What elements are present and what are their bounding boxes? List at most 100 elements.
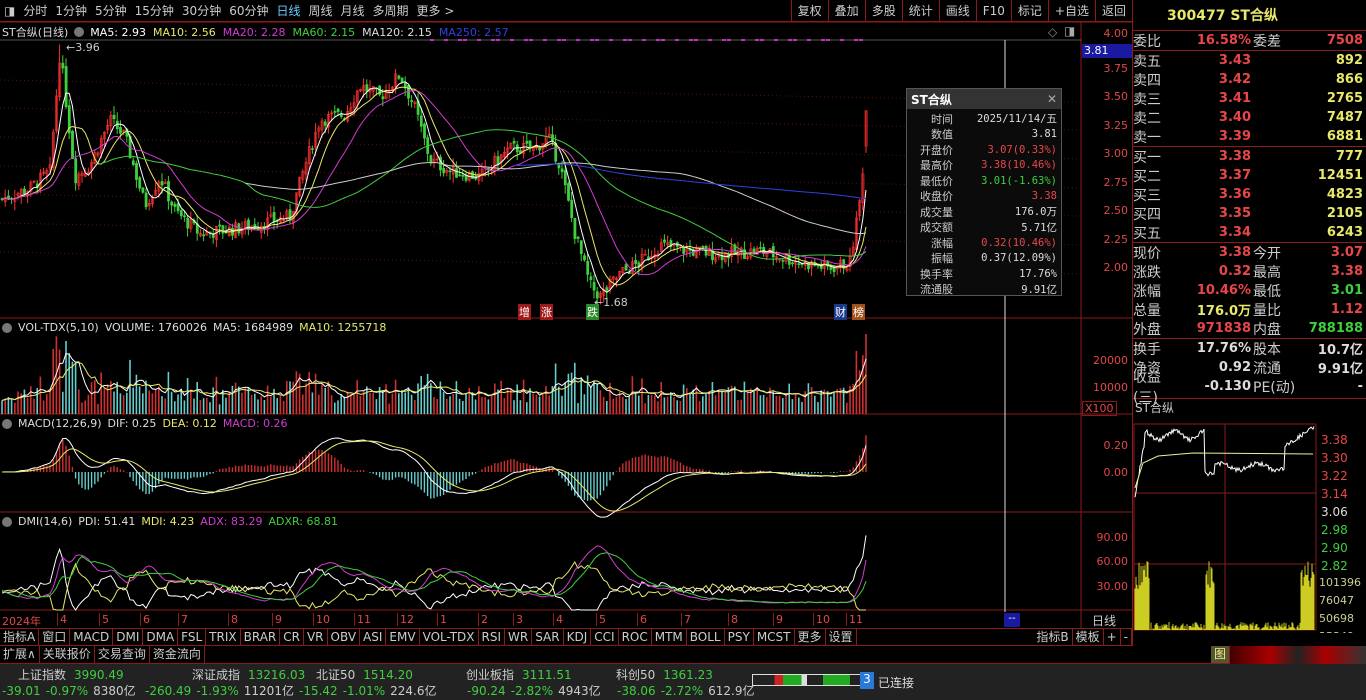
indicator-tab[interactable]: OBV	[328, 629, 361, 645]
layout-toggle-icon[interactable]: ◨	[0, 4, 19, 18]
indicator-tab-right[interactable]: +	[1104, 629, 1121, 645]
period-label[interactable]: 日线	[1092, 612, 1116, 629]
intraday-vol-tick: 25349	[1319, 630, 1354, 633]
indicator-tab[interactable]: DMI	[113, 629, 144, 645]
toolbar-button[interactable]: 复权	[790, 0, 828, 21]
toolbar-button[interactable]: F10	[975, 0, 1011, 21]
candle	[455, 168, 458, 178]
indicator-tab[interactable]: 窗口	[39, 629, 71, 645]
period-tab[interactable]: 周线	[305, 2, 337, 19]
candle	[525, 140, 529, 144]
index-chg: -38.06	[617, 684, 656, 698]
indicator-tab[interactable]: CR	[280, 629, 304, 645]
index-name[interactable]: 创业板指 3111.51	[466, 666, 572, 683]
period-tab[interactable]: 60分钟	[225, 2, 272, 19]
signal-dot	[826, 39, 830, 41]
indicator-tab[interactable]: PSY	[725, 629, 754, 645]
extension-tab[interactable]: 扩展∧	[0, 646, 40, 663]
quote-cell: 3.41	[1218, 91, 1251, 106]
signal-dot	[689, 39, 693, 41]
indicator-tab[interactable]: MCST	[754, 629, 795, 645]
event-badge[interactable]: 跌	[586, 304, 599, 320]
toolbar-button[interactable]: 叠加	[827, 0, 865, 21]
chart-toggle-button[interactable]: 图	[1210, 646, 1230, 663]
period-tab[interactable]: 更多 >	[413, 2, 459, 19]
indicator-tab[interactable]: 指标A	[0, 629, 40, 645]
indicator-tab[interactable]: 更多	[795, 629, 826, 645]
extension-tabs: 扩展∧ 关联报价 交易查询 资金流向 图	[0, 646, 1230, 664]
period-tab[interactable]: 30分钟	[178, 2, 225, 19]
macd-options-icon[interactable]	[2, 418, 12, 429]
indicator-tab-right[interactable]: 指标B	[1033, 629, 1073, 645]
indicator-tab[interactable]: BRAR	[241, 629, 281, 645]
index-chg: -15.42	[299, 684, 338, 698]
quote-cell: 买五	[1133, 225, 1161, 242]
quote-cell: 3.36	[1218, 187, 1251, 202]
quote-cell: 涨跌	[1133, 264, 1161, 281]
vol-options-icon[interactable]	[2, 322, 12, 333]
extension-tab[interactable]: 交易查询	[95, 646, 150, 663]
indicator-tab[interactable]: DMA	[143, 629, 179, 645]
quote-row: 委比 16.58% 委差 7508	[1133, 31, 1366, 50]
toolbar-button[interactable]: 画线	[938, 0, 976, 21]
toolbar-button[interactable]: 标记	[1010, 0, 1048, 21]
period-tab[interactable]: 月线	[337, 2, 369, 19]
indicator-tab[interactable]: ROC	[619, 629, 652, 645]
quote-cell: 9.91亿	[1317, 362, 1363, 377]
indicator-tab[interactable]: EMV	[386, 629, 420, 645]
candle	[583, 255, 586, 261]
event-badge[interactable]: 财	[834, 304, 847, 320]
period-tab[interactable]: 多周期	[369, 2, 413, 19]
event-badge[interactable]: 榜	[852, 304, 865, 320]
index-name[interactable]: 深证成指 13216.03	[192, 666, 305, 683]
extension-tab[interactable]: 资金流向	[150, 646, 205, 663]
dmi-options-icon[interactable]	[2, 516, 12, 527]
indicator-tab[interactable]: VR	[304, 629, 328, 645]
tooltip-row: 开盘价 3.07(0.33%)	[907, 142, 1061, 158]
toolbar-button[interactable]: 返回	[1094, 0, 1132, 21]
intraday-chart[interactable]: 3.38 3.30 3.22 3.14 3.06 2.98 2.90 2.82 101396 76…	[1133, 418, 1366, 643]
indicator-tab[interactable]: MACD	[70, 629, 114, 645]
candle	[186, 217, 190, 229]
close-icon[interactable]: ✕	[1047, 92, 1057, 106]
indicator-tab[interactable]: SAR	[532, 629, 564, 645]
indicator-tab[interactable]: KDJ	[564, 629, 592, 645]
period-tab[interactable]: 日线	[272, 2, 304, 19]
signal-dot	[590, 39, 594, 41]
indicator-tab[interactable]: 设置	[826, 629, 857, 645]
ma120-line	[245, 162, 867, 235]
toolbar-button[interactable]: +自选	[1047, 0, 1095, 21]
quote-cell: 12451	[1317, 168, 1363, 183]
extension-tab[interactable]: 关联报价	[40, 646, 95, 663]
event-badge[interactable]: 增	[518, 304, 531, 320]
indicator-tab[interactable]: BOLL	[687, 629, 725, 645]
period-tab[interactable]: 1分钟	[51, 2, 91, 19]
index-name[interactable]: 北证50 1514.20	[316, 666, 413, 683]
event-badge[interactable]: 涨	[540, 304, 553, 320]
indicator-tab[interactable]: VOL-TDX	[420, 629, 479, 645]
indicator-tab-right[interactable]: 模板	[1073, 629, 1104, 645]
tooltip-row: 振幅 0.37(12.09%)	[907, 251, 1061, 267]
index-name[interactable]: 科创50 1361.23	[616, 666, 713, 683]
indicator-tab[interactable]: RSI	[479, 629, 506, 645]
quote-row: 买三 3.36 4823	[1133, 185, 1366, 204]
period-tab[interactable]: 分时	[19, 2, 51, 19]
period-tab[interactable]: 5分钟	[91, 2, 131, 19]
indicator-tab[interactable]: MTM	[652, 629, 687, 645]
indicator-tab[interactable]: ASI	[360, 629, 387, 645]
candle	[592, 282, 596, 291]
indicator-tab[interactable]: WR	[505, 629, 533, 645]
candle	[288, 209, 292, 221]
connection-status[interactable]: 已连接	[878, 674, 914, 691]
indicator-tab[interactable]: FSL	[178, 629, 207, 645]
candle	[365, 84, 369, 92]
toolbar-button[interactable]: 多股	[864, 0, 902, 21]
indicator-tab[interactable]: TRIX	[206, 629, 241, 645]
index-chg: -39.01	[2, 684, 41, 698]
indicator-tab[interactable]: CCI	[591, 629, 619, 645]
indicator-tab-right[interactable]: -	[1121, 629, 1132, 645]
index-pct: -1.01%	[342, 684, 386, 698]
toolbar-button[interactable]: 统计	[901, 0, 939, 21]
period-tab[interactable]: 15分钟	[131, 2, 178, 19]
index-name[interactable]: 上证指数 3990.49	[18, 666, 124, 683]
